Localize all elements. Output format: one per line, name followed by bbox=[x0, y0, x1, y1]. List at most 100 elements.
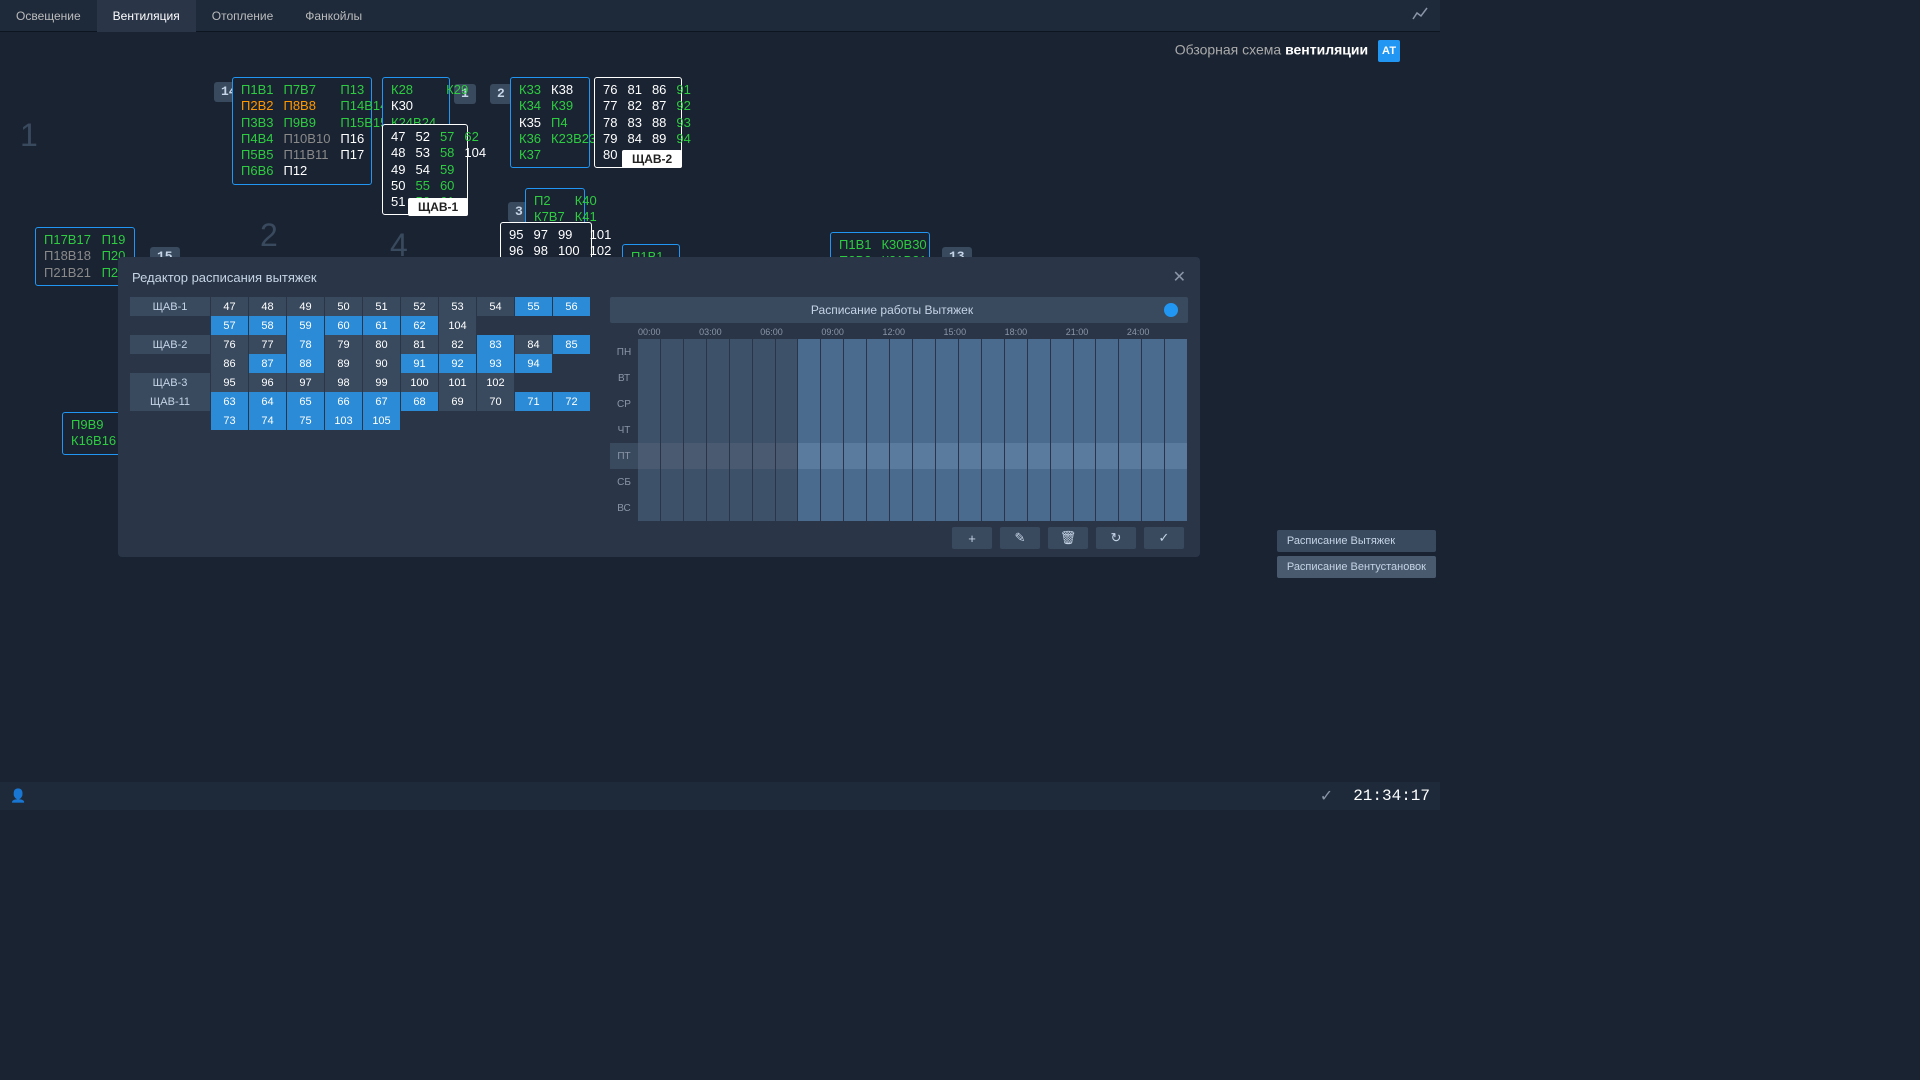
hour-cell[interactable] bbox=[1142, 469, 1165, 495]
refresh-button[interactable]: ↻ bbox=[1096, 527, 1136, 549]
hour-cell[interactable] bbox=[936, 365, 959, 391]
hour-cell[interactable] bbox=[776, 365, 799, 391]
hour-cell[interactable] bbox=[982, 339, 1005, 365]
hour-cell[interactable] bbox=[661, 365, 684, 391]
hour-cell[interactable] bbox=[684, 443, 707, 469]
hour-cell[interactable] bbox=[844, 365, 867, 391]
hour-cell[interactable] bbox=[890, 339, 913, 365]
hour-cell[interactable] bbox=[913, 417, 936, 443]
hour-cell[interactable] bbox=[1142, 339, 1165, 365]
hour-cell[interactable] bbox=[936, 417, 959, 443]
hour-cell[interactable] bbox=[638, 391, 661, 417]
hour-cell[interactable] bbox=[1074, 339, 1097, 365]
hour-cell[interactable] bbox=[707, 365, 730, 391]
hour-cell[interactable] bbox=[982, 469, 1005, 495]
hour-cell[interactable] bbox=[661, 391, 684, 417]
hour-cell[interactable] bbox=[1028, 391, 1051, 417]
extractor-cell[interactable]: 84 bbox=[515, 335, 552, 354]
confirm-icon[interactable]: ✓ bbox=[1320, 786, 1333, 806]
hour-cell[interactable] bbox=[867, 443, 890, 469]
extractor-cell[interactable]: 53 bbox=[439, 297, 476, 316]
device-block[interactable]: К33К38К34К39К35П4К36К23В23К37 bbox=[510, 77, 590, 168]
hour-cell[interactable] bbox=[753, 391, 776, 417]
hour-cell[interactable] bbox=[1096, 339, 1119, 365]
hour-cell[interactable] bbox=[1028, 365, 1051, 391]
hour-cell[interactable] bbox=[707, 339, 730, 365]
hour-cell[interactable] bbox=[890, 417, 913, 443]
hour-cell[interactable] bbox=[890, 391, 913, 417]
extractor-cell[interactable]: 75 bbox=[287, 411, 324, 430]
hour-cell[interactable] bbox=[936, 391, 959, 417]
hour-cell[interactable] bbox=[1028, 339, 1051, 365]
extractor-cell[interactable]: 98 bbox=[325, 373, 362, 392]
hour-cell[interactable] bbox=[821, 495, 844, 521]
extractor-cell[interactable]: 47 bbox=[211, 297, 248, 316]
hour-cell[interactable] bbox=[982, 417, 1005, 443]
hour-cell[interactable] bbox=[1074, 495, 1097, 521]
hour-cell[interactable] bbox=[1074, 365, 1097, 391]
hour-cell[interactable] bbox=[661, 443, 684, 469]
hour-cell[interactable] bbox=[959, 443, 982, 469]
extractor-cell[interactable]: 71 bbox=[515, 392, 552, 411]
hour-cell[interactable] bbox=[753, 339, 776, 365]
extractor-cell[interactable]: 65 bbox=[287, 392, 324, 411]
hour-cell[interactable] bbox=[913, 443, 936, 469]
extractor-cell[interactable]: 103 bbox=[325, 411, 362, 430]
hour-cell[interactable] bbox=[959, 339, 982, 365]
hour-cell[interactable] bbox=[1165, 469, 1188, 495]
hour-cell[interactable] bbox=[982, 391, 1005, 417]
hour-cell[interactable] bbox=[1051, 469, 1074, 495]
hour-cell[interactable] bbox=[1119, 443, 1142, 469]
hour-cell[interactable] bbox=[684, 391, 707, 417]
hour-cell[interactable] bbox=[730, 495, 753, 521]
hour-cell[interactable] bbox=[661, 417, 684, 443]
hour-cell[interactable] bbox=[1096, 469, 1119, 495]
hour-cell[interactable] bbox=[936, 339, 959, 365]
hour-cell[interactable] bbox=[959, 365, 982, 391]
hour-cell[interactable] bbox=[638, 339, 661, 365]
hour-cell[interactable] bbox=[982, 495, 1005, 521]
hour-cell[interactable] bbox=[707, 469, 730, 495]
extractor-cell[interactable]: 59 bbox=[287, 316, 324, 335]
extractor-cell[interactable]: 49 bbox=[287, 297, 324, 316]
hour-cell[interactable] bbox=[867, 365, 890, 391]
add-button[interactable]: + bbox=[952, 527, 992, 549]
extractor-cell[interactable]: 73 bbox=[211, 411, 248, 430]
hour-cell[interactable] bbox=[844, 495, 867, 521]
extractor-cell[interactable]: 85 bbox=[553, 335, 590, 354]
hour-cell[interactable] bbox=[798, 339, 821, 365]
hour-cell[interactable] bbox=[890, 495, 913, 521]
hour-cell[interactable] bbox=[821, 365, 844, 391]
hour-cell[interactable] bbox=[890, 443, 913, 469]
extractor-cell[interactable]: 81 bbox=[401, 335, 438, 354]
hour-cell[interactable] bbox=[638, 417, 661, 443]
hour-cell[interactable] bbox=[776, 391, 799, 417]
extractor-cell[interactable]: 89 bbox=[325, 354, 362, 373]
close-icon[interactable]: ✕ bbox=[1173, 267, 1186, 287]
hour-cell[interactable] bbox=[684, 339, 707, 365]
hour-cell[interactable] bbox=[730, 365, 753, 391]
hour-cell[interactable] bbox=[684, 365, 707, 391]
hour-cell[interactable] bbox=[1005, 391, 1028, 417]
hour-cell[interactable] bbox=[776, 443, 799, 469]
extractor-cell[interactable]: 92 bbox=[439, 354, 476, 373]
hour-cell[interactable] bbox=[1074, 469, 1097, 495]
hour-cell[interactable] bbox=[867, 469, 890, 495]
hour-cell[interactable] bbox=[1051, 443, 1074, 469]
extractor-cell[interactable]: 95 bbox=[211, 373, 248, 392]
extractor-cell[interactable]: 88 bbox=[287, 354, 324, 373]
hour-cell[interactable] bbox=[798, 469, 821, 495]
hour-cell[interactable] bbox=[936, 495, 959, 521]
extractor-cell[interactable]: 104 bbox=[439, 316, 476, 335]
hour-cell[interactable] bbox=[982, 443, 1005, 469]
hour-cell[interactable] bbox=[776, 495, 799, 521]
hour-cell[interactable] bbox=[661, 339, 684, 365]
hour-cell[interactable] bbox=[707, 417, 730, 443]
hour-cell[interactable] bbox=[1005, 365, 1028, 391]
hour-cell[interactable] bbox=[844, 469, 867, 495]
hour-cell[interactable] bbox=[1005, 417, 1028, 443]
extractor-cell[interactable]: 64 bbox=[249, 392, 286, 411]
hour-cell[interactable] bbox=[776, 417, 799, 443]
hour-cell[interactable] bbox=[684, 469, 707, 495]
hour-cell[interactable] bbox=[959, 417, 982, 443]
